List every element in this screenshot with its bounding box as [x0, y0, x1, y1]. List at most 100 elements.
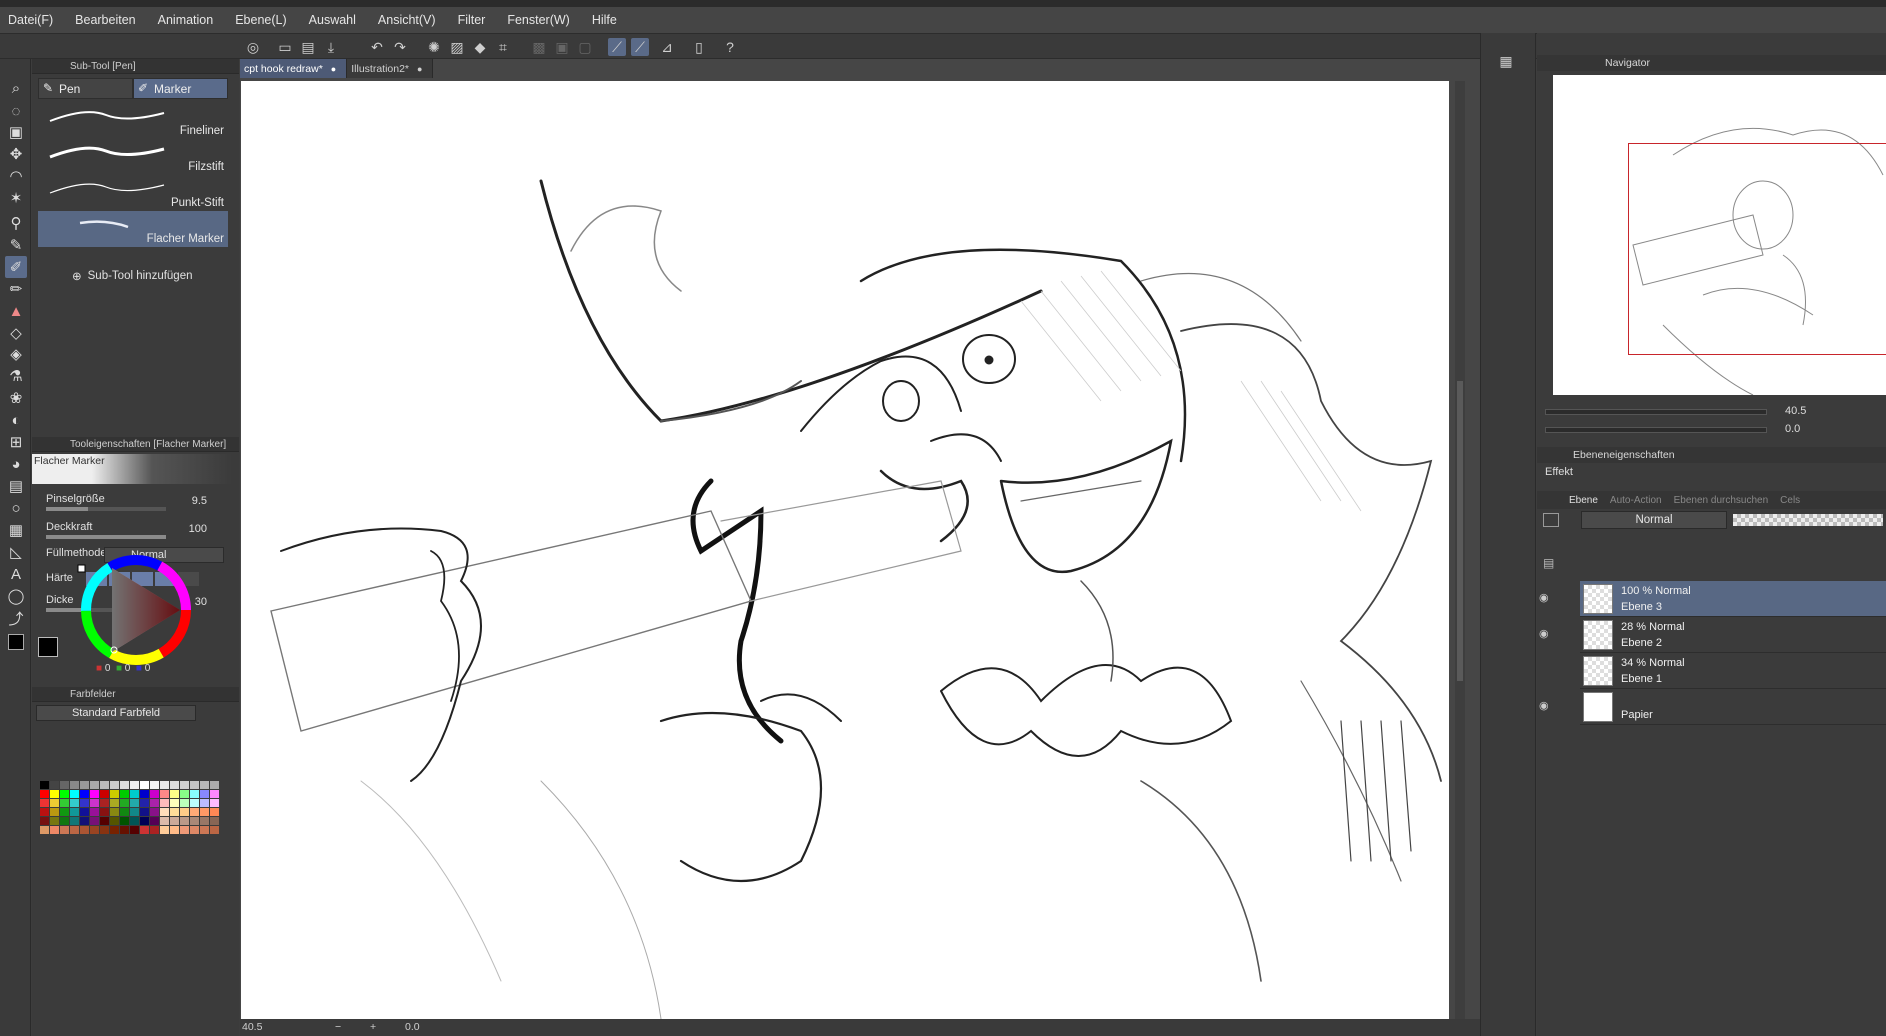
color-swatch[interactable] [120, 817, 129, 825]
color-swatch[interactable] [120, 781, 129, 789]
color-swatch[interactable] [130, 790, 139, 798]
color-swatch[interactable] [70, 817, 79, 825]
color-swatch[interactable] [150, 826, 159, 834]
color-swatch[interactable] [180, 781, 189, 789]
color-swatch[interactable] [60, 817, 69, 825]
navigator-view[interactable] [1553, 75, 1886, 395]
swatch-set-select[interactable]: Standard Farbfeld [36, 705, 196, 721]
layer-opacity-bar[interactable] [1733, 514, 1883, 526]
color-swatch[interactable] [50, 817, 59, 825]
color-swatch[interactable] [140, 817, 149, 825]
color-swatch[interactable] [40, 790, 49, 798]
color-swatch[interactable] [170, 790, 179, 798]
color-swatch[interactable] [160, 817, 169, 825]
color-swatch[interactable] [100, 790, 109, 798]
color-swatch[interactable] [200, 817, 209, 825]
color-swatch[interactable] [150, 799, 159, 807]
color-swatch[interactable] [180, 799, 189, 807]
color-swatch[interactable] [180, 817, 189, 825]
menu-ebene[interactable]: Ebene(L) [235, 13, 286, 27]
color-swatch[interactable] [80, 790, 89, 798]
color-swatch[interactable] [90, 817, 99, 825]
tab-cels[interactable]: Cels [1780, 495, 1800, 506]
transform-icon[interactable]: ⌗ [494, 38, 512, 56]
color-swatch[interactable] [200, 781, 209, 789]
color-swatch[interactable] [70, 781, 79, 789]
redo-icon[interactable]: ↷ [391, 38, 409, 56]
figure-icon[interactable]: ○ [5, 497, 27, 519]
tab-cpt-hook[interactable]: cpt hook redraw* ● [240, 59, 348, 78]
color-swatch[interactable] [40, 799, 49, 807]
canvas-vertical-scrollbar[interactable] [1455, 81, 1465, 1019]
color-swatch[interactable] [90, 808, 99, 816]
color-swatch[interactable] [90, 826, 99, 834]
close-tab-icon[interactable]: ● [331, 64, 336, 74]
color-swatch[interactable] [100, 808, 109, 816]
layer-tools-icon[interactable]: ▤ [1543, 556, 1554, 570]
zoom-icon[interactable]: ⌕ [5, 77, 27, 99]
menu-hilfe[interactable]: Hilfe [592, 13, 617, 27]
color-swatch[interactable] [170, 808, 179, 816]
status-rotation[interactable]: 0.0 [405, 1021, 420, 1033]
rotate-icon[interactable]: ◌ [5, 100, 27, 122]
deselect-icon[interactable]: ▩ [530, 38, 548, 56]
color-swatch[interactable] [160, 799, 169, 807]
color-swatch[interactable] [40, 826, 49, 834]
color-swatch[interactable] [80, 799, 89, 807]
color-swatch[interactable] [80, 808, 89, 816]
color-swatch[interactable] [110, 808, 119, 816]
gradient-icon[interactable]: ▤ [5, 475, 27, 497]
color-swatch[interactable] [70, 799, 79, 807]
color-swatch[interactable] [60, 808, 69, 816]
new-file-icon[interactable]: ▭ [276, 38, 294, 56]
color-swatch[interactable] [100, 799, 109, 807]
color-swatch[interactable] [180, 826, 189, 834]
frame-icon[interactable]: ▦ [5, 519, 27, 541]
layer-row[interactable]: 100 % Normal Ebene 3 [1580, 581, 1886, 617]
color-swatch[interactable] [60, 826, 69, 834]
color-swatch[interactable] [60, 781, 69, 789]
visibility-eye-icon[interactable]: ◉ [1539, 627, 1553, 641]
open-file-icon[interactable]: ▤ [299, 38, 317, 56]
add-subtool-button[interactable]: ⊕ Sub-Tool hinzufügen [72, 269, 193, 283]
snap-ruler-icon[interactable]: ⟋ [608, 38, 626, 56]
color-swatch[interactable] [200, 799, 209, 807]
drawing-canvas[interactable] [241, 81, 1449, 1019]
color-swatch[interactable] [190, 826, 199, 834]
color-swatch[interactable] [140, 790, 149, 798]
crop-icon[interactable]: ▢ [576, 38, 594, 56]
color-swatch[interactable] [140, 808, 149, 816]
color-swatch[interactable] [200, 790, 209, 798]
brush-size-row[interactable]: Pinselgröße 9.5 [44, 493, 229, 515]
color-swatch[interactable] [140, 781, 149, 789]
color-swatch[interactable] [80, 826, 89, 834]
menu-fenster[interactable]: Fenster(W) [507, 13, 570, 27]
zoom-out-icon[interactable]: − [335, 1021, 341, 1033]
color-swatch[interactable] [210, 790, 219, 798]
invert-selection-icon[interactable]: ▣ [553, 38, 571, 56]
color-swatch[interactable] [110, 781, 119, 789]
visibility-eye-icon[interactable]: ◉ [1539, 591, 1553, 605]
snap-special-ruler-icon[interactable]: ⟋ [631, 38, 649, 56]
color-swatch[interactable] [40, 817, 49, 825]
visibility-eye-icon[interactable]: ◉ [1539, 699, 1553, 713]
brush-icon[interactable]: ▲ [5, 300, 27, 322]
tab-ebenen-durchsuchen[interactable]: Ebenen durchsuchen [1674, 495, 1769, 506]
color-swatch[interactable] [210, 808, 219, 816]
marker-icon[interactable]: ✐ [5, 256, 27, 278]
layer-row[interactable]: 28 % Normal Ebene 2 [1580, 617, 1886, 653]
pen-icon[interactable]: ✎ [5, 234, 27, 256]
menu-animation[interactable]: Animation [158, 13, 214, 27]
color-swatch[interactable] [150, 808, 159, 816]
color-swatch[interactable] [110, 817, 119, 825]
color-swatch[interactable] [70, 826, 79, 834]
tablet-icon[interactable]: ▯ [690, 38, 708, 56]
brush-filzstift[interactable]: Filzstift [38, 139, 228, 175]
color-swatch[interactable] [150, 817, 159, 825]
color-swatch[interactable] [70, 790, 79, 798]
zoom-in-icon[interactable]: + [370, 1021, 376, 1033]
color-swatch[interactable] [170, 817, 179, 825]
loading-icon[interactable]: ✺ [425, 38, 443, 56]
snap-grid-icon[interactable]: ⊿ [658, 38, 676, 56]
color-swatch[interactable] [160, 790, 169, 798]
